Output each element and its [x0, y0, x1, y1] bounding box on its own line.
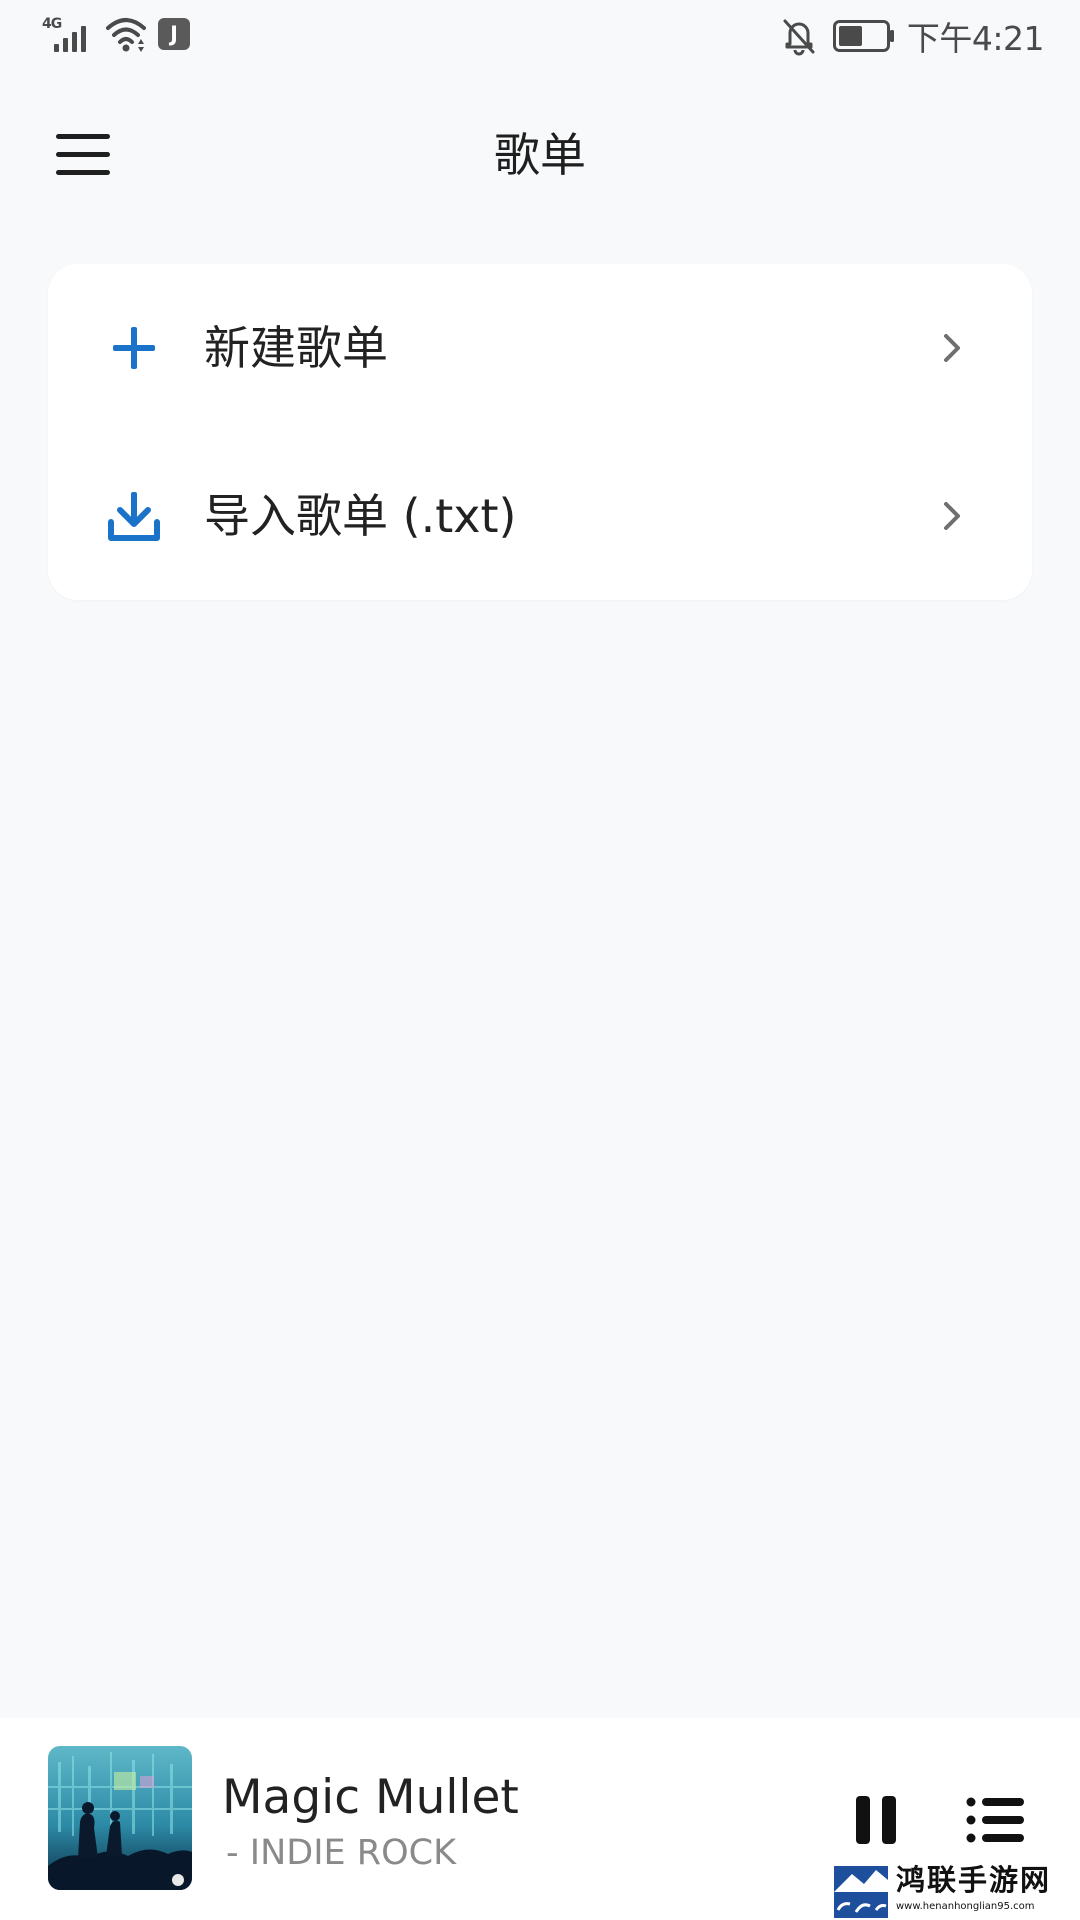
chevron-right-icon	[944, 502, 960, 530]
wifi-icon	[106, 18, 146, 52]
watermark: 鸿联手游网 www.henanhonglian95.com	[832, 1862, 1080, 1920]
pause-icon[interactable]	[854, 1794, 898, 1846]
watermark-text: 鸿联手游网	[896, 1863, 1052, 1897]
page-title: 歌单	[494, 128, 586, 182]
plus-icon	[113, 327, 155, 369]
watermark-logo-icon	[834, 1866, 888, 1918]
watermark-url: www.henanhonglian95.com	[896, 1901, 1035, 1912]
import-playlist-label: 导入歌单 (.txt)	[204, 489, 517, 543]
battery-icon	[832, 20, 894, 52]
track-title: Magic Mullet	[222, 1770, 519, 1825]
signal-icon	[54, 26, 86, 52]
app-notification-icon: J	[158, 18, 190, 50]
cellular-indicator: 4G	[40, 14, 96, 54]
bell-off-icon	[783, 19, 815, 56]
download-icon	[108, 492, 160, 541]
status-bar: 4G J 下午4:21	[0, 0, 1080, 72]
app-header: 歌单	[0, 112, 1080, 198]
track-artist: - INDIE ROCK	[226, 1833, 457, 1873]
queue-list-icon[interactable]	[966, 1796, 1026, 1844]
new-playlist-label: 新建歌单	[204, 321, 388, 375]
chevron-right-icon	[944, 334, 960, 362]
new-playlist-row[interactable]: 新建歌单	[48, 264, 1032, 432]
status-time: 下午4:21	[906, 19, 1045, 58]
status-bar-right: 下午4:21	[781, 14, 1045, 58]
playlist-actions-card: 新建歌单 导入歌单 (.txt)	[48, 264, 1032, 600]
import-playlist-row[interactable]: 导入歌单 (.txt)	[48, 432, 1032, 600]
status-bar-left: 4G J	[40, 14, 190, 54]
album-art[interactable]	[48, 1746, 192, 1890]
